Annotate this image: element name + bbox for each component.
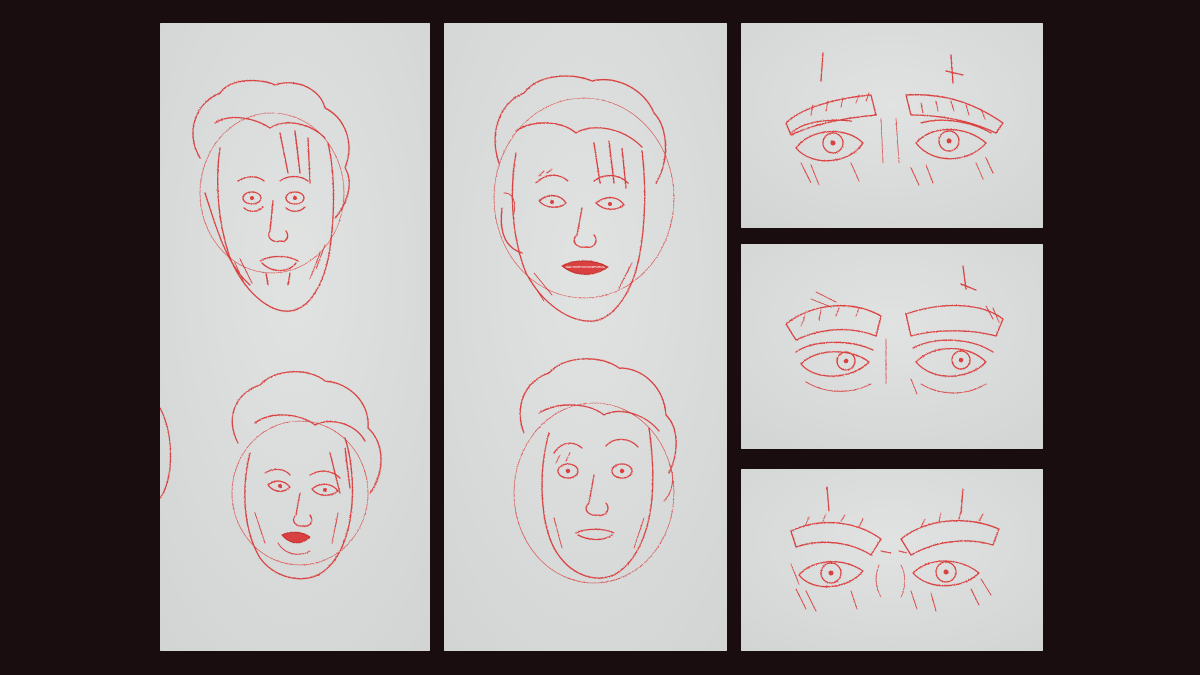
panel-eyes-middle [741,244,1043,449]
sketch-paper [444,23,727,651]
sketch-paper [741,469,1043,651]
sketch-paper [741,244,1043,449]
collage-background [0,0,1200,675]
panel-left-faces [160,23,430,651]
panel-eyes-bottom [741,469,1043,651]
panel-middle-faces [444,23,727,651]
panel-eyes-top [741,23,1043,228]
sketch-paper [160,23,430,651]
sketch-paper [741,23,1043,228]
